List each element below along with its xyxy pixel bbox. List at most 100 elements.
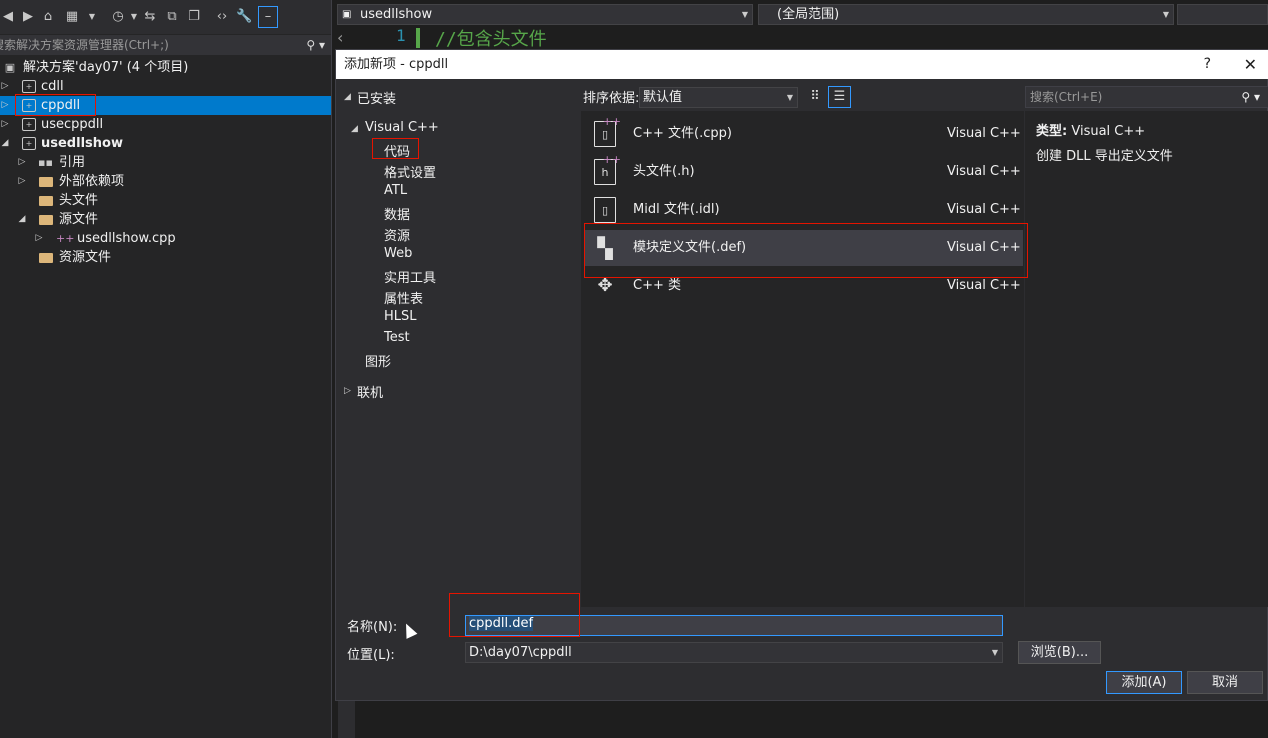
chevron-down-icon[interactable]: ▼ [84,9,100,25]
category-utility[interactable]: 实用工具 [384,267,436,286]
expand-arrow-icon[interactable]: ▷ [0,77,10,96]
close-icon[interactable]: ✕ [1244,50,1257,79]
member-dropdown[interactable] [1177,4,1268,25]
forward-icon[interactable]: ▶ [20,9,36,25]
chevron-down-icon: ▼ [741,10,748,19]
tree-item-header-files[interactable]: 头文件 [0,191,331,210]
template-item-idl[interactable]: ▯ Midl 文件(.idl) Visual C++ [584,192,1023,228]
tree-item-usecppdll[interactable]: ▷ + usecppdll [0,115,331,134]
template-item-header[interactable]: h ++ 头文件(.h) Visual C++ [584,154,1023,190]
template-item-class[interactable]: ✥ C++ 类 Visual C++ [584,268,1023,304]
expand-arrow-icon[interactable]: ▷ [17,172,27,191]
header-file-icon: h ++ [594,154,621,185]
template-details [1025,111,1268,607]
solution-explorer-search[interactable]: 搜索解决方案资源管理器(Ctrl+;) ⚲ ▾ [0,35,331,55]
tree-item-label: 源文件 [59,212,99,227]
tree-item-external-deps[interactable]: ▷ 外部依赖项 [0,172,331,191]
tree-item-usedllshow[interactable]: ◢ + usedllshow [0,134,331,153]
list-view-icon[interactable]: ☰ [828,86,851,108]
search-placeholder: 搜索解决方案资源管理器(Ctrl+;) [0,38,169,52]
template-name: Midl 文件(.idl) [633,202,720,217]
template-language: Visual C++ [947,278,1021,293]
collapse-arrow-icon[interactable]: ◢ [0,134,10,153]
collapse-all-icon[interactable]: ⧉ [164,9,180,25]
add-button[interactable]: 添加(A) [1106,671,1182,694]
category-test[interactable]: Test [384,330,410,345]
preview-selected-icon[interactable]: – [258,6,278,28]
expand-arrow-icon[interactable]: ▷ [17,153,27,172]
code-line[interactable]: //包含头文件 [435,25,547,51]
category-online[interactable]: 联机 [357,382,383,401]
sort-label: 排序依据: [583,91,640,106]
template-name: C++ 类 [633,278,681,293]
grid-view-icon[interactable]: ⠿ [805,87,825,107]
home-icon[interactable]: ⌂ [40,9,56,25]
solution-explorer-panel: ◀ ▶ ⌂ ▦ ▼ ◷ ▼ ⇆ ⧉ ❐ ‹› 🔧 – 搜索解决方案资源管理器(C… [0,0,331,738]
chevron-down-icon[interactable]: ▼ [126,9,142,25]
category-resource[interactable]: 资源 [384,225,410,244]
search-icon[interactable]: ⚲ ▾ [1241,87,1260,107]
show-all-files-icon[interactable]: ❐ [186,9,202,25]
file-dropdown[interactable]: ▣ usedllshow ▼ [337,4,753,25]
name-field[interactable]: cppdll.def [465,615,1003,636]
solution-icon: ▣ [4,61,16,74]
dialog-title: 添加新项 - cppdll [344,57,449,72]
sort-dropdown[interactable]: 默认值 ▼ [639,87,798,108]
references-icon: ▪▪ [38,156,53,169]
back-icon[interactable]: ◀ [0,9,16,25]
view-code-icon[interactable]: ‹› [214,9,230,25]
dialog-title-bar: 添加新项 - cppdll ? ✕ [336,50,1268,79]
tree-item-cppdll[interactable]: ▷ + cppdll [0,96,331,115]
tree-item-usedllshow-cpp[interactable]: ▷ ++ usedllshow.cpp [0,229,331,248]
category-installed[interactable]: 已安装 [357,88,396,107]
pending-changes-icon[interactable]: ◷ [110,9,126,25]
browse-button[interactable]: 浏览(B)... [1018,641,1101,664]
template-item-cpp[interactable]: ▯ ++ C++ 文件(.cpp) Visual C++ [584,116,1023,152]
expand-arrow-icon[interactable]: ▷ [344,386,351,396]
category-formatting[interactable]: 格式设置 [384,162,436,181]
search-icon[interactable]: ⚲ ▾ [306,35,325,55]
tree-item-cdll[interactable]: ▷ + cdll [0,77,331,96]
cancel-button[interactable]: 取消 [1187,671,1263,694]
category-graphics[interactable]: 图形 [365,351,391,370]
tree-item-references[interactable]: ▷ ▪▪ 引用 [0,153,331,172]
switch-views-icon[interactable]: ▦ [64,9,80,25]
cpp-file-icon: ++ [56,232,75,245]
category-web[interactable]: Web [384,246,412,261]
tree-item-label: cppdll [41,98,81,113]
search-placeholder: 搜索(Ctrl+E) [1030,90,1103,104]
category-hlsl[interactable]: HLSL [384,309,417,324]
scope-dropdown[interactable]: (全局范围) ▼ [758,4,1174,25]
tree-item-source-files[interactable]: ◢ 源文件 [0,210,331,229]
expand-arrow-icon[interactable]: ▷ [0,96,10,115]
collapse-arrow-icon[interactable]: ◢ [351,124,358,134]
sync-icon[interactable]: ⇆ [142,9,158,25]
cpp-file-icon: ▯ ++ [594,116,621,147]
add-new-item-dialog: 添加新项 - cppdll ? ✕ ◢ 已安装 ◢ Visual C++ 代码 … [335,49,1268,701]
line-number: 1 [396,26,406,45]
properties-wrench-icon[interactable]: 🔧 [236,9,252,25]
location-field[interactable]: D:\day07\cppdll ▼ [465,642,1003,663]
tree-item-solution[interactable]: ▣ 解决方案'day07' (4 个项目) [0,58,331,77]
tree-item-label: 头文件 [59,193,99,208]
category-property-sheets[interactable]: 属性表 [384,288,423,307]
collapse-arrow-icon[interactable]: ◢ [344,92,351,102]
template-language: Visual C++ [947,126,1021,141]
tree-item-label: 引用 [59,155,86,170]
template-item-def[interactable]: ▚ 模块定义文件(.def) Visual C++ [584,230,1023,266]
help-icon[interactable]: ? [1204,50,1211,79]
collapse-arrow-icon[interactable]: ◢ [17,210,27,229]
category-atl[interactable]: ATL [384,183,407,198]
expand-arrow-icon[interactable]: ▷ [0,115,10,134]
category-visual-cpp[interactable]: Visual C++ [365,120,439,135]
expand-arrow-icon[interactable]: ▷ [34,229,44,248]
collapse-left-icon[interactable]: ‹ [337,28,353,47]
template-search-input[interactable]: 搜索(Ctrl+E) ⚲ ▾ [1025,86,1268,108]
tree-item-resource-files[interactable]: 资源文件 [0,248,331,267]
category-code[interactable]: 代码 [384,141,410,160]
tree-item-label: 解决方案'day07' (4 个项目) [23,60,189,75]
template-language: Visual C++ [947,164,1021,179]
folder-icon [39,177,53,187]
tree-item-label: usedllshow.cpp [77,231,176,246]
category-data[interactable]: 数据 [384,204,410,223]
